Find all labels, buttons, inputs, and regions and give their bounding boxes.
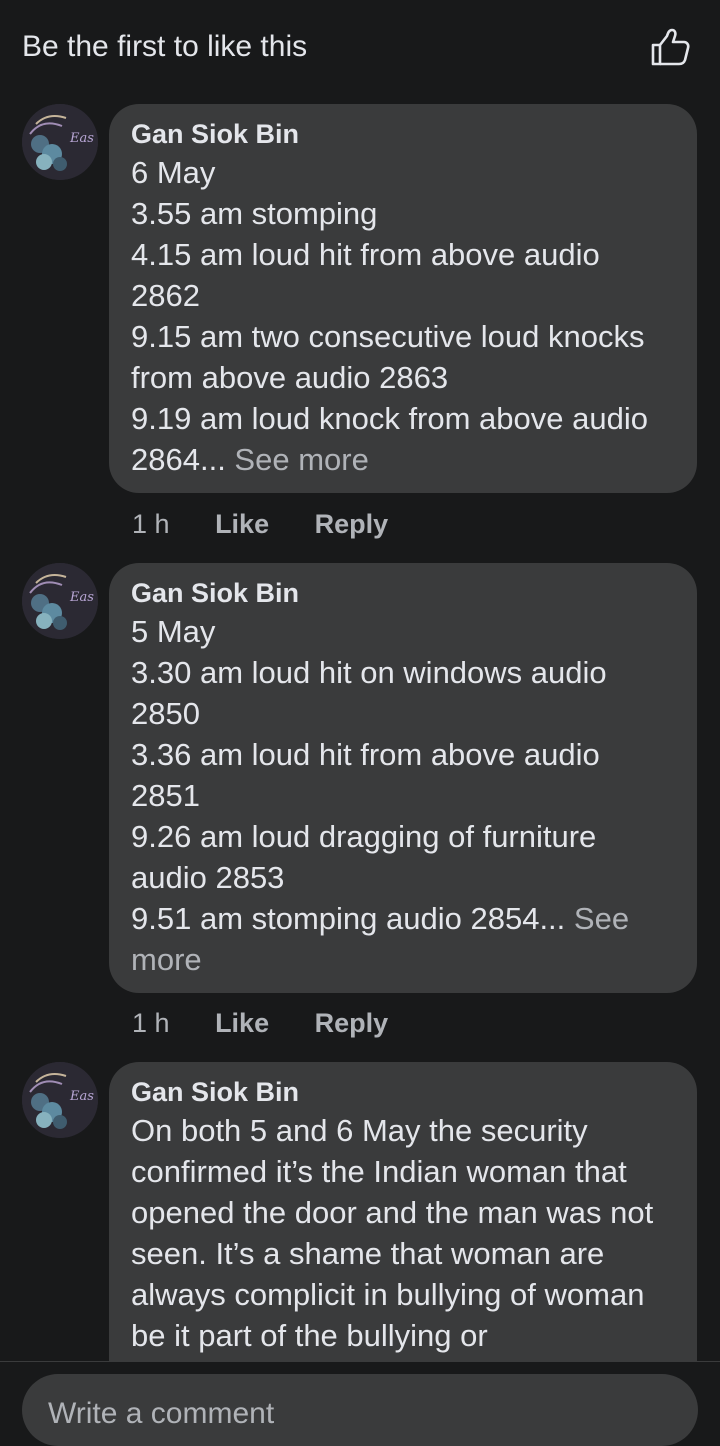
comment-text: On both 5 and 6 May the security confirm… — [131, 1113, 654, 1353]
comment-bubble: Gan Siok Bin 6 May 3.55 am stomping 4.15… — [109, 104, 697, 493]
comment-author[interactable]: Gan Siok Bin — [131, 116, 675, 152]
comment-author[interactable]: Gan Siok Bin — [131, 1074, 675, 1110]
comment: Eas Gan Siok Bin 6 May 3.55 am stomping … — [0, 104, 720, 574]
thumbs-up-icon[interactable] — [648, 26, 692, 70]
comment-author[interactable]: Gan Siok Bin — [131, 575, 675, 611]
comment-bubble: Gan Siok Bin On both 5 and 6 May the sec… — [109, 1062, 697, 1392]
likes-summary-text: Be the first to like this — [22, 30, 308, 63]
svg-text:Eas: Eas — [69, 590, 94, 605]
see-more-link[interactable]: See more — [226, 442, 368, 477]
likes-summary-bar: Be the first to like this — [0, 0, 720, 96]
comment-text: 6 May 3.55 am stomping 4.15 am loud hit … — [131, 152, 675, 480]
avatar[interactable]: Eas — [22, 563, 98, 639]
reply-button[interactable]: Reply — [315, 1003, 389, 1043]
comment-bubble: Gan Siok Bin 5 May 3.30 am loud hit on w… — [109, 563, 697, 993]
comment-timestamp: 1 h — [132, 509, 170, 539]
comment-timestamp: 1 h — [132, 1008, 170, 1038]
comment-actions: 1 h Like Reply — [132, 504, 388, 544]
comment: Eas Gan Siok Bin On both 5 and 6 May the… — [0, 1062, 720, 1392]
avatar[interactable]: Eas — [22, 104, 98, 180]
svg-text:Eas: Eas — [69, 131, 94, 146]
comment-text: 5 May 3.30 am loud hit on windows audio … — [131, 611, 675, 980]
comment-body: 6 May 3.55 am stomping 4.15 am loud hit … — [131, 155, 648, 477]
write-comment-input[interactable]: Write a comment — [22, 1374, 698, 1446]
comment-body: 5 May 3.30 am loud hit on windows audio … — [131, 614, 607, 936]
write-comment-placeholder: Write a comment — [48, 1397, 275, 1430]
reply-button[interactable]: Reply — [315, 504, 389, 544]
comment-composer-bar: Write a comment — [0, 1361, 720, 1446]
comment: Eas Gan Siok Bin 5 May 3.30 am loud hit … — [0, 563, 720, 1043]
avatar[interactable]: Eas — [22, 1062, 98, 1138]
svg-text:Eas: Eas — [69, 1089, 94, 1104]
like-button[interactable]: Like — [215, 504, 269, 544]
like-button[interactable]: Like — [215, 1003, 269, 1043]
comment-actions: 1 h Like Reply — [132, 1003, 388, 1043]
